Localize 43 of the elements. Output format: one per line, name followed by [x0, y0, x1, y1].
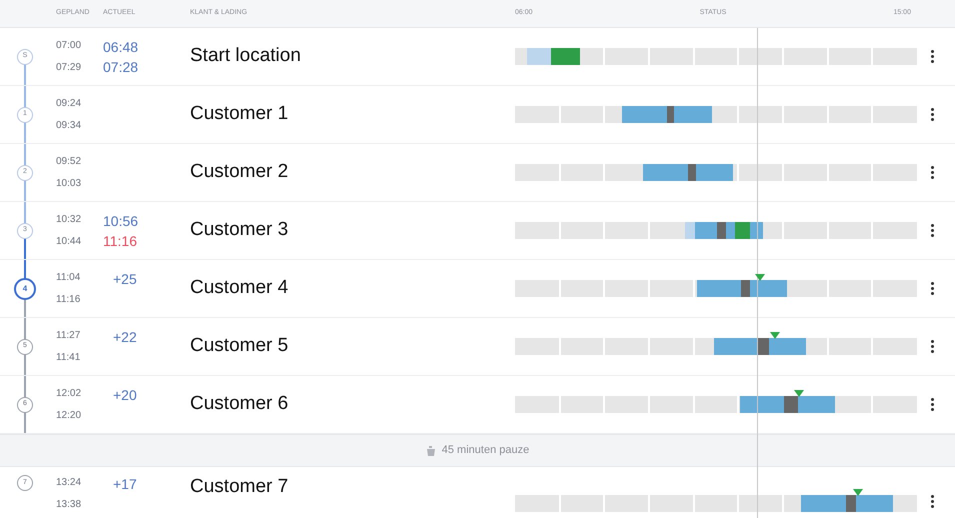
- delay-minutes: +17: [113, 475, 137, 493]
- customer-name: Customer 1: [190, 103, 288, 124]
- actual-time: 11:16: [103, 232, 138, 250]
- planned-time: 09:24: [56, 97, 82, 111]
- delay-minutes: +22: [113, 328, 137, 346]
- planned-stop-bar: [758, 338, 769, 355]
- customer-name: Customer 4: [190, 277, 288, 298]
- planned-time: 11:16: [56, 293, 82, 307]
- actual-time: 10:56: [103, 212, 140, 230]
- coffee-cup-icon: [426, 444, 436, 456]
- customer-name: Customer 6: [190, 393, 288, 414]
- planned-stop-bar: [846, 495, 856, 512]
- planned-time: 13:24: [56, 476, 82, 490]
- planned-time: 13:38: [56, 498, 82, 512]
- customer-name: Customer 7: [190, 476, 288, 497]
- planned-stop-bar: [717, 222, 726, 239]
- delay-minutes: +25: [113, 270, 137, 288]
- planned-stop-bar: [741, 280, 750, 297]
- time-window-bar: [526, 48, 551, 65]
- actual-time: 06:48: [103, 38, 140, 56]
- stop-number-badge: 4: [14, 278, 36, 300]
- planned-time: 09:34: [56, 119, 82, 133]
- planned-time: 12:02: [56, 387, 82, 401]
- planned-time: 10:32: [56, 213, 82, 227]
- planned-time: 11:27: [56, 329, 82, 343]
- delay-minutes: +20: [113, 386, 137, 404]
- actual-time: 07:28: [103, 58, 140, 76]
- pause-label: 45 minuten pauze: [442, 443, 530, 458]
- planned-time: 07:29: [56, 61, 82, 75]
- customer-name: Customer 3: [190, 219, 288, 240]
- planned-time: 10:44: [56, 235, 82, 249]
- planned-time: 10:03: [56, 177, 82, 191]
- planned-time: 12:20: [56, 409, 82, 423]
- planned-stop-bar: [784, 396, 798, 413]
- planned-time: 09:52: [56, 155, 82, 169]
- actual-stop-bar: [550, 48, 580, 65]
- customer-name: Customer 5: [190, 335, 288, 356]
- actual-stop-bar: [735, 222, 750, 239]
- planned-time: 07:00: [56, 39, 82, 53]
- planned-time: 11:41: [56, 351, 82, 365]
- customer-name: Start location: [190, 45, 301, 66]
- customer-name: Customer 2: [190, 161, 288, 182]
- planned-time: 11:04: [56, 271, 82, 285]
